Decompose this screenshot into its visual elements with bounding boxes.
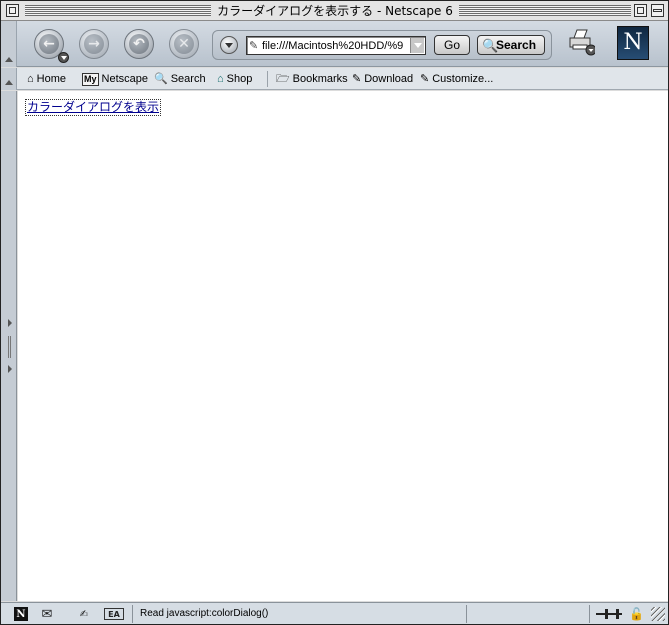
- personal-toolbar-grippy[interactable]: [1, 68, 17, 90]
- forward-arrow-icon: →: [84, 34, 104, 54]
- sidebar-splitter[interactable]: [1, 91, 17, 601]
- status-text: Read javascript:colorDialog(): [140, 608, 269, 619]
- security-lock-icon[interactable]: 🔓: [629, 607, 644, 621]
- go-button[interactable]: Go: [434, 35, 470, 55]
- page-proxy-icon[interactable]: ✎: [249, 39, 258, 52]
- personal-toolbar-separator: [267, 71, 268, 87]
- sidebar-grip[interactable]: [8, 336, 11, 358]
- back-arrow-icon: ←: [39, 34, 59, 54]
- print-icon[interactable]: [567, 28, 595, 56]
- page-content: カラーダイアログを表示: [18, 91, 668, 601]
- personal-item-netscape[interactable]: My Netscape: [82, 71, 148, 87]
- sidebar-expand-arrow-icon[interactable]: [8, 365, 12, 373]
- reload-button[interactable]: ↶: [124, 29, 154, 59]
- personal-toolbar: ⌂ Home My Netscape 🔍 Search ⌂ Shop 🗁 Boo…: [1, 68, 668, 90]
- personal-item-label: Download: [364, 73, 414, 85]
- title-bar[interactable]: カラーダイアログを表示する - Netscape 6: [1, 1, 668, 21]
- title-bar-stripes-right: [459, 5, 631, 16]
- close-box[interactable]: [6, 4, 19, 17]
- personal-item-label: Shop: [226, 73, 253, 85]
- browser-window: カラーダイアログを表示する - Netscape 6 ← → ↶ ✕ ✎ Go: [0, 0, 669, 625]
- shop-icon: ⌂: [217, 73, 224, 85]
- my-netscape-icon: My: [82, 72, 99, 86]
- navigation-toolbar: ← → ↶ ✕ ✎ Go 🔍 Search: [1, 21, 668, 67]
- personal-item-label: Home: [36, 73, 66, 85]
- url-input[interactable]: [262, 38, 412, 53]
- status-separator: [466, 605, 467, 623]
- personal-item-label: Search: [170, 73, 206, 85]
- toolbar-grippy[interactable]: [1, 21, 17, 67]
- stop-button[interactable]: ✕: [169, 29, 199, 59]
- status-bar: N ✉ ✍ EA Read javascript:colorDialog() 🔓: [1, 602, 668, 624]
- back-history-dropdown[interactable]: [58, 52, 69, 63]
- stop-icon: ✕: [174, 34, 194, 54]
- url-history-dropdown[interactable]: [220, 36, 238, 54]
- search-button-label: Search: [496, 38, 537, 52]
- status-separator: [589, 605, 590, 623]
- composer-icon[interactable]: EA: [104, 608, 124, 620]
- personal-item-label: Customize...: [432, 73, 494, 85]
- status-separator: [132, 605, 133, 623]
- search-button[interactable]: 🔍 Search: [477, 35, 545, 55]
- personal-item-search[interactable]: 🔍 Search: [154, 71, 206, 87]
- personal-item-download[interactable]: ✎ Download: [352, 71, 413, 87]
- url-dropdown-arrow[interactable]: [410, 38, 424, 53]
- online-offline-icon[interactable]: [596, 608, 622, 620]
- collapse-box[interactable]: [651, 4, 664, 17]
- personal-item-home[interactable]: ⌂ Home: [27, 71, 66, 87]
- reload-icon: ↶: [129, 34, 149, 54]
- customize-icon: ✎: [420, 73, 430, 85]
- instant-messenger-icon[interactable]: ✍: [75, 607, 93, 621]
- zoom-box[interactable]: [634, 4, 647, 17]
- window-title: カラーダイアログを表示する - Netscape 6: [211, 3, 459, 19]
- bookmarks-folder-icon: 🗁: [276, 73, 290, 85]
- personal-item-bookmarks[interactable]: 🗁 Bookmarks: [276, 71, 348, 87]
- netscape-logo[interactable]: N: [617, 26, 649, 60]
- forward-button[interactable]: →: [79, 29, 109, 59]
- personal-item-customize[interactable]: ✎ Customize...: [420, 71, 493, 87]
- resize-grip[interactable]: [651, 607, 665, 621]
- netscape-n-icon[interactable]: N: [14, 607, 28, 621]
- personal-item-shop[interactable]: ⌂ Shop: [217, 71, 252, 87]
- home-icon: ⌂: [27, 73, 34, 85]
- mail-icon[interactable]: ✉: [38, 607, 56, 622]
- title-bar-stripes-left: [25, 5, 211, 16]
- download-icon: ✎: [352, 73, 362, 85]
- url-field[interactable]: ✎: [246, 36, 426, 55]
- personal-item-label: Bookmarks: [292, 73, 348, 85]
- color-dialog-link[interactable]: カラーダイアログを表示: [25, 99, 162, 116]
- magnifier-icon: 🔍: [482, 38, 499, 53]
- personal-item-label: Netscape: [101, 73, 148, 85]
- search-icon: 🔍: [154, 73, 168, 85]
- sidebar-expand-arrow-icon[interactable]: [8, 319, 12, 327]
